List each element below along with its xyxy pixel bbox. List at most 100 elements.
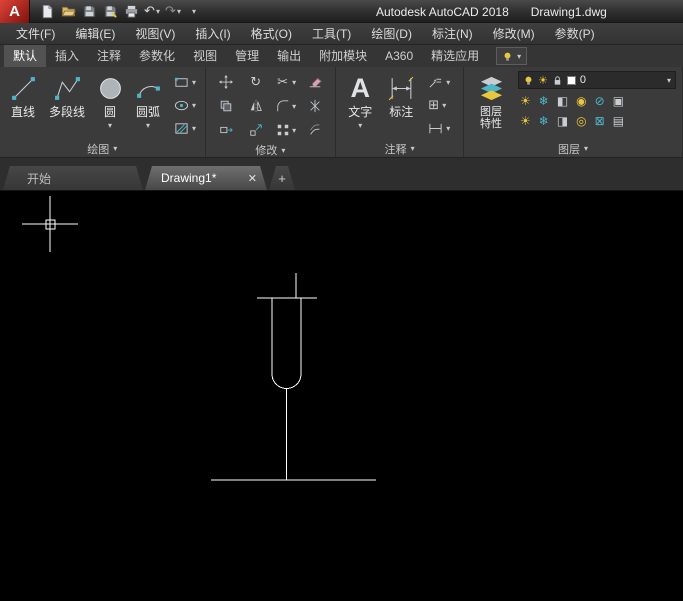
plot-button[interactable] bbox=[121, 2, 141, 21]
menu-format[interactable]: 格式(O) bbox=[241, 23, 302, 45]
layer-tool-icon[interactable]: ⊘ bbox=[595, 93, 605, 109]
explode-button[interactable] bbox=[306, 98, 323, 115]
menu-parametric[interactable]: 参数(P) bbox=[545, 23, 605, 45]
dimension-button[interactable]: 标注 bbox=[380, 70, 422, 140]
layer-tool-icon[interactable]: ◉ bbox=[576, 93, 586, 109]
tab-start[interactable]: 开始 bbox=[3, 166, 143, 190]
panel-title-layers[interactable]: 图层 ▾ bbox=[464, 140, 682, 157]
menu-tools[interactable]: 工具(T) bbox=[302, 23, 361, 45]
ribbon-tab-home[interactable]: 默认 bbox=[4, 45, 46, 67]
layer-tool-icon[interactable]: ❄ bbox=[539, 93, 549, 109]
chevron-down-icon[interactable]: ▾ bbox=[146, 121, 150, 130]
save-as-button[interactable] bbox=[100, 2, 120, 21]
chevron-down-icon[interactable]: ▾ bbox=[192, 78, 196, 87]
ribbon-tab-parametric[interactable]: 参数化 bbox=[130, 45, 184, 67]
undo-dropdown-icon[interactable]: ▾ bbox=[156, 7, 160, 16]
polyline-button[interactable]: 多段线 bbox=[42, 70, 92, 140]
menu-insert[interactable]: 插入(I) bbox=[185, 23, 240, 45]
sun-freeze-icon[interactable]: ☀ bbox=[538, 74, 548, 87]
menu-dimension[interactable]: 标注(N) bbox=[422, 23, 483, 45]
ribbon-tab-featured-apps[interactable]: 精选应用 bbox=[422, 45, 488, 67]
tab-drawing1[interactable]: Drawing1* ✕ bbox=[145, 166, 267, 190]
offset-button[interactable] bbox=[306, 122, 323, 139]
ribbon-tab-addins[interactable]: 附加模块 bbox=[310, 45, 376, 67]
erase-button[interactable] bbox=[306, 74, 323, 91]
new-drawing-tab-button[interactable]: + bbox=[269, 166, 295, 190]
chevron-down-icon[interactable]: ▾ bbox=[292, 126, 296, 135]
drawing-svg[interactable] bbox=[0, 191, 683, 601]
circle-button[interactable]: 圆 ▾ bbox=[92, 70, 128, 140]
undo-button[interactable]: ↶ ▾ bbox=[142, 2, 162, 21]
layer-properties-button[interactable]: 图层特性 bbox=[468, 70, 514, 140]
qat-customize-button[interactable]: ▾ bbox=[184, 2, 204, 21]
layer-tool-icon[interactable]: ❄ bbox=[539, 113, 549, 129]
ellipse-button[interactable]: ▾ bbox=[174, 96, 196, 115]
leader-button[interactable]: ▾ bbox=[428, 73, 450, 92]
eraser-icon bbox=[306, 74, 323, 91]
ribbon-tab-insert[interactable]: 插入 bbox=[46, 45, 88, 67]
ribbon-tab-view[interactable]: 视图 bbox=[184, 45, 226, 67]
layer-tool-icon[interactable]: ▣ bbox=[613, 93, 624, 109]
new-file-button[interactable] bbox=[37, 2, 57, 21]
scale-button[interactable] bbox=[247, 122, 264, 139]
menu-draw[interactable]: 绘图(D) bbox=[361, 23, 422, 45]
ribbon-tab-output[interactable]: 输出 bbox=[268, 45, 310, 67]
menu-modify[interactable]: 修改(M) bbox=[483, 23, 545, 45]
save-button[interactable] bbox=[79, 2, 99, 21]
hatch-button[interactable]: ▾ bbox=[174, 119, 196, 138]
menu-view[interactable]: 视图(V) bbox=[125, 23, 185, 45]
drawing-area[interactable] bbox=[0, 191, 683, 601]
layer-tool-icon[interactable]: ▤ bbox=[613, 113, 624, 129]
autocad-logo-button[interactable]: A bbox=[0, 0, 30, 23]
linear-dim-button[interactable]: ▾ bbox=[428, 119, 450, 138]
ribbon-tab-manage[interactable]: 管理 bbox=[226, 45, 268, 67]
menu-edit[interactable]: 编辑(E) bbox=[65, 23, 125, 45]
redo-button[interactable]: ↷ ▾ bbox=[163, 2, 183, 21]
panel-modify: ↻ ✂▾ ▾ ▾ 修改 ▾ bbox=[206, 67, 337, 157]
stretch-button[interactable] bbox=[218, 122, 235, 139]
ribbon-options-button[interactable]: ▾ bbox=[496, 47, 527, 65]
chevron-down-icon[interactable]: ▾ bbox=[442, 101, 446, 110]
ribbon-tab-annotate[interactable]: 注释 bbox=[88, 45, 130, 67]
close-icon[interactable]: ✕ bbox=[248, 172, 257, 185]
copy-button[interactable] bbox=[218, 98, 235, 115]
panel-title-annotation[interactable]: 注释 ▾ bbox=[336, 140, 463, 157]
redo-icon: ↷ bbox=[165, 4, 176, 19]
table-button[interactable]: ⊞ ▾ bbox=[428, 96, 450, 115]
panel-title-draw[interactable]: 绘图 ▾ bbox=[0, 140, 205, 157]
layer-dropdown[interactable]: ☀ 0 ▾ bbox=[518, 71, 676, 89]
layer-tool-icon[interactable]: ◨ bbox=[557, 113, 568, 129]
mirror-button[interactable] bbox=[247, 98, 264, 115]
layer-tool-icon[interactable]: ◎ bbox=[576, 113, 586, 129]
ribbon-tab-a360[interactable]: A360 bbox=[376, 45, 422, 67]
text-button[interactable]: A 文字 ▾ bbox=[340, 70, 380, 140]
layer-tool-icon[interactable]: ☀ bbox=[520, 113, 531, 129]
panel-title-modify[interactable]: 修改 ▾ bbox=[206, 142, 336, 158]
chevron-down-icon[interactable]: ▾ bbox=[446, 78, 450, 87]
chevron-down-icon[interactable]: ▾ bbox=[446, 124, 450, 133]
open-file-button[interactable] bbox=[58, 2, 78, 21]
rectangle-button[interactable]: ▾ bbox=[174, 73, 196, 92]
line-button[interactable]: 直线 bbox=[4, 70, 42, 140]
chevron-down-icon[interactable]: ▾ bbox=[292, 78, 296, 87]
arc-button[interactable]: 圆弧 ▾ bbox=[128, 70, 168, 140]
layer-tool-icon[interactable]: ☀ bbox=[520, 93, 531, 109]
layer-color-swatch[interactable] bbox=[567, 76, 576, 85]
layer-tool-icon[interactable]: ◧ bbox=[557, 93, 568, 109]
rotate-button[interactable]: ↻ bbox=[247, 74, 264, 91]
lightbulb-icon[interactable] bbox=[523, 75, 534, 86]
redo-dropdown-icon[interactable]: ▾ bbox=[177, 7, 181, 16]
move-button[interactable] bbox=[218, 74, 235, 91]
lock-icon[interactable] bbox=[552, 75, 563, 86]
layer-tool-icon[interactable]: ⊠ bbox=[595, 113, 605, 129]
chevron-down-icon[interactable]: ▾ bbox=[192, 124, 196, 133]
chevron-down-icon[interactable]: ▾ bbox=[358, 121, 362, 130]
chevron-down-icon[interactable]: ▾ bbox=[667, 76, 671, 85]
trim-button[interactable]: ✂▾ bbox=[274, 74, 296, 91]
menu-file[interactable]: 文件(F) bbox=[6, 23, 65, 45]
chevron-down-icon[interactable]: ▾ bbox=[108, 121, 112, 130]
chevron-down-icon[interactable]: ▾ bbox=[192, 101, 196, 110]
array-button[interactable]: ▾ bbox=[274, 122, 296, 139]
fillet-button[interactable]: ▾ bbox=[274, 98, 296, 115]
chevron-down-icon[interactable]: ▾ bbox=[292, 102, 296, 111]
